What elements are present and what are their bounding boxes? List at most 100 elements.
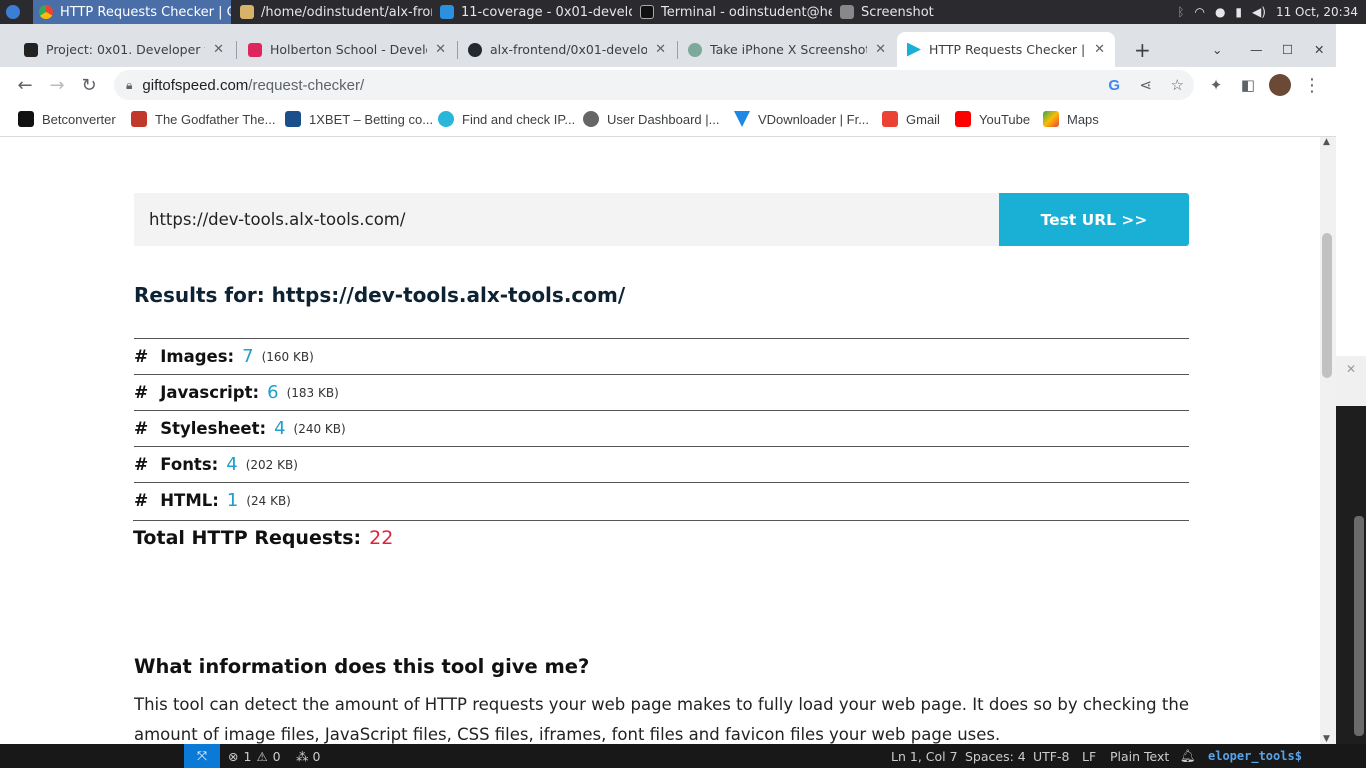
taskbar-item-label: Terminal - odinstudent@hen... bbox=[661, 4, 832, 20]
lock-icon[interactable]: 🔒︎ bbox=[126, 78, 132, 93]
close-icon[interactable]: ✕ bbox=[875, 42, 886, 57]
language-mode[interactable]: Plain Text bbox=[1110, 744, 1169, 768]
result-count: 7 bbox=[242, 346, 254, 367]
betconverter-icon bbox=[18, 111, 34, 127]
bookmark-find-ip[interactable]: Find and check IP... bbox=[438, 102, 575, 136]
minimize-icon: — bbox=[1250, 42, 1263, 57]
result-count: 4 bbox=[226, 454, 238, 475]
scroll-up-icon[interactable]: ▲ bbox=[1323, 137, 1330, 147]
back-button[interactable]: ← bbox=[12, 72, 38, 98]
total-requests: Total HTTP Requests: 22 bbox=[133, 520, 1189, 549]
notifications-bell-icon[interactable]: 🔔︎ bbox=[1180, 744, 1196, 768]
editor-status-bar: ⤧ ⊗ 1 ⚠ 0 ⁂ 0 Ln 1, Col 7 Spaces: 4 UTF-8 L… bbox=[0, 744, 1366, 768]
terminal-close-icon[interactable]: ✕ bbox=[1336, 356, 1366, 406]
taskbar-item-screenshot[interactable]: Screenshot bbox=[834, 0, 964, 24]
url-domain: giftofspeed.com bbox=[142, 76, 249, 94]
result-row-javascript: # Javascript: 6 (183 KB) bbox=[134, 374, 1189, 410]
bookmark-godfather[interactable]: The Godfather The... bbox=[131, 102, 275, 136]
maximize-button[interactable]: ☐ bbox=[1272, 32, 1302, 67]
hash-icon: # bbox=[134, 382, 149, 403]
result-label: Stylesheet: bbox=[160, 419, 267, 438]
remote-button[interactable]: ⤧ bbox=[184, 744, 220, 768]
bookmark-star-icon[interactable]: ☆ bbox=[1171, 76, 1184, 94]
camera-icon bbox=[840, 5, 854, 19]
profile-button[interactable] bbox=[1267, 72, 1293, 98]
side-panel-button[interactable]: ◧ bbox=[1235, 72, 1261, 98]
avatar bbox=[1269, 74, 1291, 96]
close-icon[interactable]: ✕ bbox=[1094, 42, 1105, 57]
bookmark-betconverter[interactable]: Betconverter bbox=[18, 102, 116, 136]
browser-menu-button[interactable]: ⋮ bbox=[1299, 72, 1325, 98]
indentation[interactable]: Spaces: 4 bbox=[965, 744, 1026, 768]
app-menu-button[interactable] bbox=[0, 0, 30, 24]
new-tab-button[interactable]: + bbox=[1124, 32, 1154, 67]
result-label: HTML: bbox=[160, 491, 219, 510]
problems-indicator[interactable]: ⊗ 1 ⚠ 0 bbox=[228, 744, 281, 768]
close-icon[interactable]: ✕ bbox=[213, 42, 224, 57]
hash-icon: # bbox=[134, 418, 149, 439]
tab-request-checker[interactable]: HTTP Requests Checker | G ✕ bbox=[897, 32, 1115, 67]
minimize-button[interactable]: — bbox=[1240, 32, 1270, 67]
arrow-left-icon: ← bbox=[17, 74, 33, 96]
faq-text: This tool can detect the amount of HTTP … bbox=[134, 695, 1189, 744]
hash-icon: # bbox=[134, 346, 149, 367]
address-bar[interactable]: 🔒︎ giftofspeed.com/request-checker/ G ⋖ … bbox=[114, 70, 1194, 100]
giftofspeed-icon bbox=[907, 42, 921, 57]
tab-iphone-screenshot[interactable]: Take iPhone X Screenshot ✕ bbox=[678, 32, 896, 67]
tab-holberton[interactable]: Holberton School - Develop ✕ bbox=[238, 32, 456, 67]
google-icon[interactable]: G bbox=[1108, 77, 1120, 94]
taskbar-item-label: /home/odinstudent/alx-front... bbox=[261, 4, 432, 20]
bookmark-1xbet[interactable]: 1XBET – Betting co... bbox=[285, 102, 433, 136]
scrollbar-thumb[interactable] bbox=[1322, 233, 1332, 378]
tab-github[interactable]: alx-frontend/0x01-develope ✕ bbox=[458, 32, 676, 67]
1xbet-icon bbox=[285, 111, 301, 127]
clock[interactable]: 11 Oct, 20:34 bbox=[1276, 5, 1358, 19]
encoding[interactable]: UTF-8 bbox=[1033, 744, 1069, 768]
tab-search-button[interactable]: ⌄ bbox=[1202, 32, 1232, 67]
scroll-down-icon[interactable]: ▼ bbox=[1323, 734, 1330, 744]
volume-icon[interactable]: ◀) bbox=[1252, 5, 1266, 19]
taskbar-item-files[interactable]: /home/odinstudent/alx-front... bbox=[234, 0, 432, 24]
hash-icon: # bbox=[134, 490, 149, 511]
ports-indicator[interactable]: ⁂ 0 bbox=[296, 744, 320, 768]
bookmark-user-dashboard[interactable]: User Dashboard |... bbox=[583, 102, 719, 136]
test-url-button[interactable]: Test URL >> bbox=[999, 193, 1189, 246]
close-icon[interactable]: ✕ bbox=[435, 42, 446, 57]
battery-icon[interactable]: ▮ bbox=[1235, 5, 1242, 19]
line-ending[interactable]: LF bbox=[1082, 744, 1096, 768]
github-icon bbox=[468, 42, 482, 57]
result-size: (183 KB) bbox=[286, 385, 339, 400]
globe-icon bbox=[583, 111, 599, 127]
result-size: (24 KB) bbox=[246, 493, 291, 508]
taskbar-item-vscode[interactable]: 11-coverage - 0x01-develop... bbox=[434, 0, 632, 24]
terminal-prompt: eloper_tools$ bbox=[1208, 749, 1302, 763]
taskbar-item-browser[interactable]: HTTP Requests Checker | Gi... bbox=[33, 0, 231, 24]
bookmark-youtube[interactable]: YouTube bbox=[955, 102, 1030, 136]
holberton-icon bbox=[248, 42, 262, 57]
terminal-window[interactable]: ✕ bbox=[1336, 356, 1366, 746]
bookmark-vdownloader[interactable]: VDownloader | Fr... bbox=[734, 102, 869, 136]
bluetooth-icon[interactable]: ᛒ bbox=[1177, 5, 1184, 19]
url-input[interactable] bbox=[134, 193, 999, 246]
wifi-icon[interactable]: ◠ bbox=[1194, 5, 1204, 19]
window-close-button[interactable]: ✕ bbox=[1304, 32, 1334, 67]
notification-bell-icon[interactable]: ● bbox=[1215, 5, 1225, 19]
close-icon[interactable]: ✕ bbox=[655, 42, 666, 57]
extensions-button[interactable]: ✦ bbox=[1203, 72, 1229, 98]
reload-button[interactable]: ↻ bbox=[76, 72, 102, 98]
browser-window: Project: 0x01. Developer to ✕ Holberton … bbox=[0, 24, 1336, 744]
forward-button[interactable]: → bbox=[44, 72, 70, 98]
error-icon: ⊗ bbox=[228, 748, 239, 764]
bookmark-maps[interactable]: Maps bbox=[1043, 102, 1099, 136]
taskbar-item-terminal[interactable]: Terminal - odinstudent@hen... bbox=[634, 0, 832, 24]
os-taskbar: HTTP Requests Checker | Gi... /home/odin… bbox=[0, 0, 1366, 24]
gmail-icon bbox=[882, 111, 898, 127]
result-row-fonts: # Fonts: 4 (202 KB) bbox=[134, 446, 1189, 482]
share-icon[interactable]: ⋖ bbox=[1139, 76, 1152, 94]
cursor-position[interactable]: Ln 1, Col 7 bbox=[891, 744, 958, 768]
arrow-right-icon: → bbox=[49, 74, 65, 96]
page-scrollbar[interactable]: ▲ ▼ bbox=[1320, 137, 1336, 744]
terminal-scrollbar[interactable] bbox=[1354, 516, 1364, 736]
tab-project[interactable]: Project: 0x01. Developer to ✕ bbox=[14, 32, 234, 67]
bookmark-gmail[interactable]: Gmail bbox=[882, 102, 940, 136]
